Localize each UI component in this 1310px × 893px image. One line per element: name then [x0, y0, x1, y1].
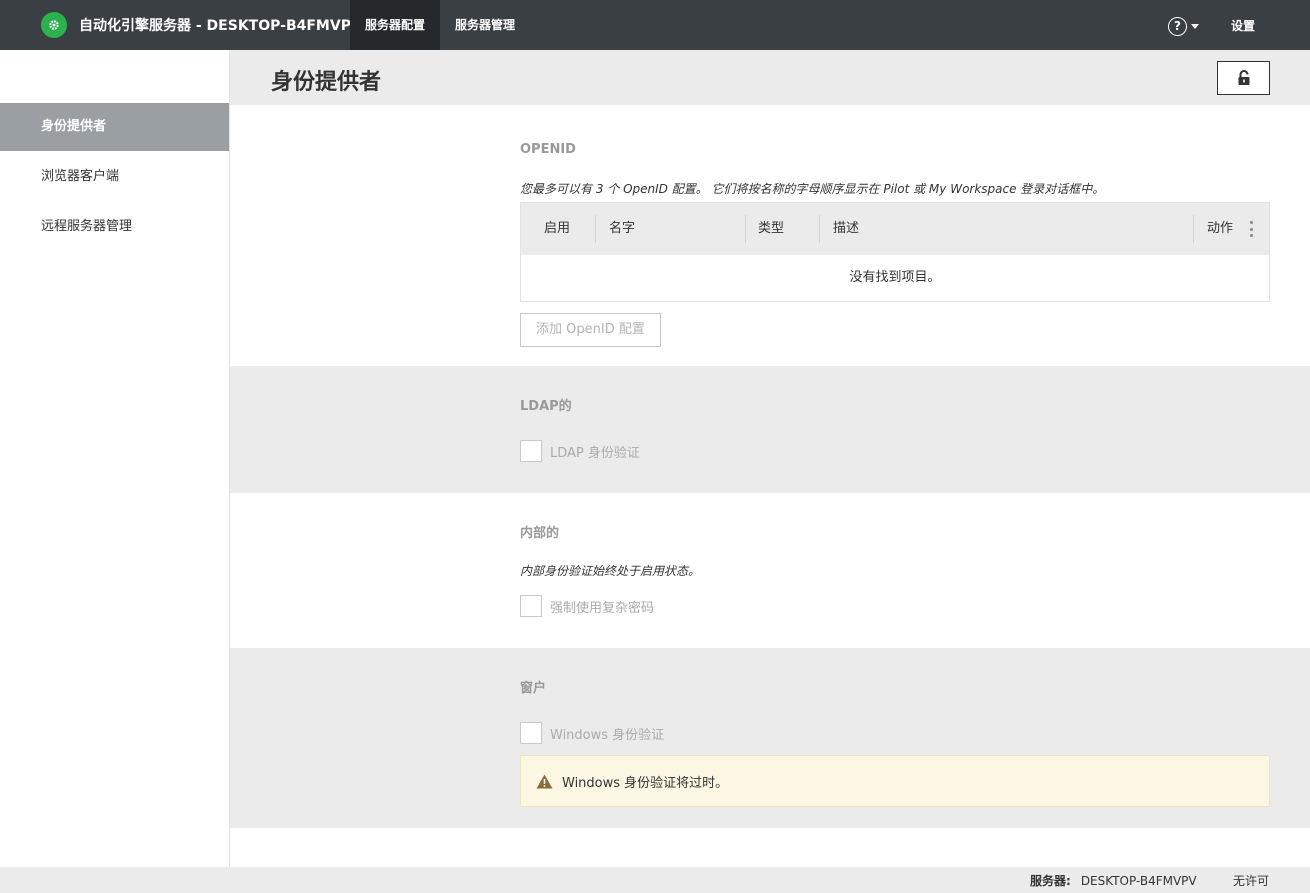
internal-description: 内部身份验证始终处于启用状态。 — [520, 564, 701, 578]
chevron-down-icon — [1191, 23, 1199, 29]
column-actions: 动作 — [1207, 221, 1234, 236]
license-status: 无许可 — [1233, 874, 1270, 888]
page-header: 身份提供者 — [230, 50, 1310, 105]
status-bar: 服务器: DESKTOP-B4FMVPV 无许可 — [0, 867, 1310, 893]
column-type[interactable]: 类型 — [758, 203, 784, 255]
windows-auth-checkbox[interactable] — [520, 722, 542, 744]
sidebar-item-identity-providers[interactable]: 身份提供者 — [0, 103, 229, 151]
windows-auth-label: Windows 身份验证 — [550, 727, 665, 743]
openid-section: OPENID 您最多可以有 3 个 OpenID 配置。 它们将按名称的字母顺序… — [230, 105, 1310, 366]
ldap-heading: LDAP的 — [520, 399, 572, 414]
warning-text: Windows 身份验证将过时。 — [562, 775, 729, 791]
warning-icon — [536, 774, 553, 788]
server-info: 服务器: DESKTOP-B4FMVPV — [1030, 872, 1197, 889]
top-bar: 自动化引擎服务器 - DESKTOP-B4FMVPV 服务器配置 服务器管理 ?… — [0, 0, 1310, 50]
column-divider — [595, 215, 596, 243]
complex-password-option[interactable]: 强制使用复杂密码 — [520, 595, 654, 617]
sidebar-item-remote-server-management[interactable]: 远程服务器管理 — [0, 203, 229, 251]
ldap-auth-label: LDAP 身份验证 — [550, 445, 640, 461]
openid-description: 您最多可以有 3 个 OpenID 配置。 它们将按名称的字母顺序显示在 Pil… — [520, 182, 1105, 196]
lock-button[interactable] — [1217, 61, 1270, 95]
help-menu-button[interactable]: ? — [1168, 15, 1202, 37]
openid-heading: OPENID — [520, 142, 576, 157]
sidebar-item-browser-client[interactable]: 浏览器客户端 — [0, 153, 229, 201]
complex-password-label: 强制使用复杂密码 — [550, 600, 655, 616]
settings-link[interactable]: 设置 — [1231, 17, 1255, 34]
windows-heading: 窗户 — [520, 681, 547, 696]
tab-server-config[interactable]: 服务器配置 — [350, 0, 440, 50]
column-description[interactable]: 描述 — [833, 203, 859, 255]
server-label: 服务器: — [1030, 874, 1071, 888]
ldap-section: LDAP的 LDAP 身份验证 — [230, 366, 1310, 493]
table-header: 启用 名字 类型 描述 动作 — [521, 203, 1269, 255]
internal-heading: 内部的 — [520, 526, 560, 541]
column-divider — [1193, 215, 1194, 243]
ldap-auth-option[interactable]: LDAP 身份验证 — [520, 440, 640, 462]
help-icon: ? — [1168, 16, 1187, 36]
tab-server-management[interactable]: 服务器管理 — [440, 0, 530, 50]
ldap-auth-checkbox[interactable] — [520, 440, 542, 462]
app-title: 自动化引擎服务器 - DESKTOP-B4FMVPV — [79, 18, 362, 34]
complex-password-checkbox[interactable] — [520, 595, 542, 617]
windows-auth-option[interactable]: Windows 身份验证 — [520, 722, 664, 744]
column-name[interactable]: 名字 — [609, 203, 635, 255]
column-options-icon[interactable] — [1250, 221, 1254, 237]
unlocked-lock-icon — [1238, 70, 1249, 85]
deprecation-warning: Windows 身份验证将过时。 — [520, 755, 1270, 807]
internal-section: 内部的 内部身份验证始终处于启用状态。 强制使用复杂密码 — [230, 493, 1310, 648]
add-openid-button[interactable]: 添加 OpenID 配置 — [520, 313, 661, 347]
column-divider — [819, 215, 820, 243]
app-logo-icon — [41, 12, 67, 38]
sidebar: 身份提供者 浏览器客户端 远程服务器管理 — [0, 50, 230, 867]
column-divider — [745, 215, 746, 243]
windows-section: 窗户 Windows 身份验证 Windows 身份验证将过时。 — [230, 648, 1310, 828]
openid-table: 启用 名字 类型 描述 动作 没有找到项目。 — [520, 202, 1270, 302]
page-title: 身份提供者 — [271, 70, 382, 95]
column-enabled[interactable]: 启用 — [544, 203, 570, 255]
empty-message: 没有找到项目。 — [849, 270, 941, 285]
server-name: DESKTOP-B4FMVPV — [1080, 874, 1197, 888]
